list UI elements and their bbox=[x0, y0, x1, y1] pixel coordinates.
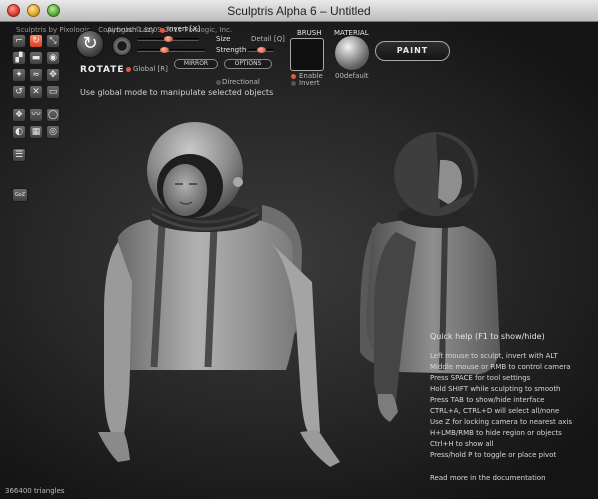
global-label[interactable]: Global [R] bbox=[133, 65, 168, 73]
mask-tool-icon[interactable]: ✕ bbox=[29, 85, 43, 99]
open-file-icon[interactable]: ◐ bbox=[12, 125, 26, 139]
pinch-tool-icon[interactable]: ✦ bbox=[12, 68, 26, 82]
quick-help-line: CTRL+A, CTRL+D will select all/none bbox=[430, 407, 560, 415]
draw-tool-icon[interactable]: ▞ bbox=[12, 51, 26, 65]
quick-help-line: Press TAB to show/hide interface bbox=[430, 396, 545, 404]
symmetry-tool-icon[interactable]: ▭ bbox=[46, 85, 60, 99]
directional-label[interactable]: Directional bbox=[222, 78, 260, 86]
brush-heading: BRUSH bbox=[297, 29, 322, 37]
documentation-link[interactable]: Read more in the documentation bbox=[430, 474, 546, 482]
flatten-tool-icon[interactable]: ▬ bbox=[29, 51, 43, 65]
lazy-label[interactable]: Lazy bbox=[139, 26, 155, 34]
wireframe-icon[interactable]: ◎ bbox=[46, 125, 60, 139]
settings-icon[interactable]: ☰ bbox=[12, 148, 26, 162]
layers-tool-icon[interactable]: ❖ bbox=[12, 108, 26, 122]
inflate-tool-icon[interactable]: ◉ bbox=[46, 51, 60, 65]
detail-label: Detail [Q] bbox=[251, 35, 285, 43]
airbrush-label[interactable]: Airbrush bbox=[107, 26, 136, 34]
detail-slider-knob[interactable] bbox=[257, 47, 266, 53]
brush-invert-dot[interactable] bbox=[291, 81, 296, 86]
grab-tool-icon[interactable]: ✥ bbox=[46, 68, 60, 82]
quick-help-line: Middle mouse or RMB to control camera bbox=[430, 363, 571, 371]
mirror-button[interactable]: MIRROR bbox=[174, 59, 218, 69]
quick-help-line: Ctrl+H to show all bbox=[430, 440, 494, 448]
window-title-bar: Sculptris Alpha 6 – Untitled bbox=[0, 0, 598, 22]
invert-toggle-dot[interactable] bbox=[160, 28, 165, 33]
size-slider-knob[interactable] bbox=[164, 36, 173, 42]
size-label: Size bbox=[216, 35, 231, 43]
paint-mode-button[interactable]: PAINT bbox=[375, 41, 450, 61]
tool-hint-text: Use global mode to manipulate selected o… bbox=[80, 88, 274, 97]
app-name-label: Sculptris by Pixologic bbox=[16, 26, 91, 34]
wave-tool-icon[interactable]: 〰 bbox=[29, 108, 43, 122]
quick-help-line: Use Z for locking camera to nearest axis bbox=[430, 418, 572, 426]
smooth-tool-icon[interactable]: ≈ bbox=[29, 68, 43, 82]
invert-label[interactable]: Invert [X] bbox=[167, 25, 200, 33]
sculptris-viewport[interactable]: Sculptris by Pixologic Copyright © 2009-… bbox=[0, 22, 598, 499]
window-title: Sculptris Alpha 6 – Untitled bbox=[227, 4, 371, 18]
quick-help-line: H+LMB/RMB to hide region or objects bbox=[430, 429, 562, 437]
triangle-count-status: 366400 triangles bbox=[5, 487, 65, 495]
scale-tool-icon[interactable]: ⤡ bbox=[46, 34, 60, 48]
directional-toggle-dot[interactable] bbox=[216, 80, 221, 85]
strength-slider[interactable] bbox=[137, 49, 205, 52]
brush-invert-label[interactable]: Invert bbox=[299, 79, 320, 87]
brush-texture-slot[interactable] bbox=[290, 38, 324, 71]
reduce-tool-icon[interactable]: ↺ bbox=[12, 85, 26, 99]
quick-help-line: Hold SHIFT while sculpting to smooth bbox=[430, 385, 561, 393]
save-file-icon[interactable]: ▦ bbox=[29, 125, 43, 139]
quick-help-line: Left mouse to sculpt, invert with ALT bbox=[430, 352, 558, 360]
material-name: 00default bbox=[335, 72, 369, 80]
crease-tool-icon[interactable]: ⌐ bbox=[12, 34, 26, 48]
quick-help-panel: Quick help (F1 to show/hide) Left mouse … bbox=[430, 332, 595, 461]
strength-label: Strength bbox=[216, 46, 247, 54]
global-toggle-dot[interactable] bbox=[126, 67, 131, 72]
options-button[interactable]: OPTIONS bbox=[224, 59, 272, 69]
rotate-tool-icon[interactable]: ↻ bbox=[29, 34, 43, 48]
brush-enable-dot[interactable] bbox=[291, 74, 296, 79]
quick-help-line: Press SPACE for tool settings bbox=[430, 374, 531, 382]
quick-help-title: Quick help (F1 to show/hide) bbox=[430, 332, 545, 341]
astronaut-front-model[interactable] bbox=[98, 122, 340, 467]
sphere-tool-icon[interactable]: ◯ bbox=[46, 108, 60, 122]
rotate-tool-icon[interactable]: ↻ bbox=[76, 30, 104, 58]
current-tool-label: ROTATE bbox=[80, 65, 125, 75]
quick-help-line: Press/hold P to toggle or place pivot bbox=[430, 451, 557, 459]
brush-size-indicator-icon bbox=[112, 36, 132, 56]
material-preview-sphere[interactable] bbox=[335, 36, 369, 70]
goz-icon[interactable]: GoZ bbox=[12, 188, 28, 202]
